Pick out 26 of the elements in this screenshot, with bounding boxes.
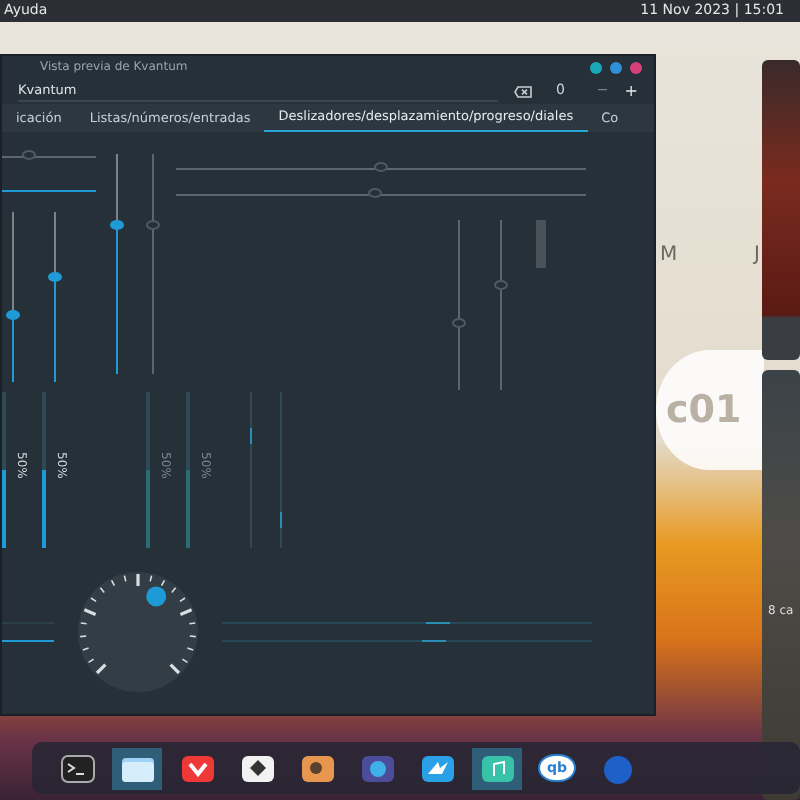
increment-button[interactable]: + [624, 83, 638, 99]
slider-handle[interactable] [22, 150, 37, 160]
clear-icon[interactable] [513, 85, 532, 97]
terminal-icon [59, 751, 95, 785]
window-control-button[interactable] [590, 61, 602, 73]
dial[interactable] [74, 568, 202, 696]
chevron-icon [179, 751, 215, 785]
slider-handle[interactable] [373, 162, 387, 172]
bird-icon [419, 751, 455, 785]
window-control-button[interactable] [630, 61, 642, 73]
dock-app[interactable] [472, 747, 522, 789]
clock-letter: J [754, 242, 760, 270]
slider-handle[interactable] [146, 220, 160, 231]
scrollbar-handle[interactable] [536, 220, 546, 268]
globe-icon [599, 751, 635, 785]
clock-letter: M [660, 242, 678, 270]
slider-handle[interactable] [368, 188, 383, 198]
slider-handle[interactable] [6, 310, 20, 320]
clock-badge: c01 [656, 350, 764, 470]
slider-handle[interactable] [494, 280, 508, 291]
window-control-button[interactable] [610, 61, 622, 73]
dock-app[interactable] [112, 747, 162, 789]
window-preview[interactable] [762, 60, 800, 360]
slider-handle[interactable] [48, 272, 62, 283]
slider-handle[interactable] [110, 220, 124, 231]
slider-handle[interactable] [452, 318, 466, 328]
